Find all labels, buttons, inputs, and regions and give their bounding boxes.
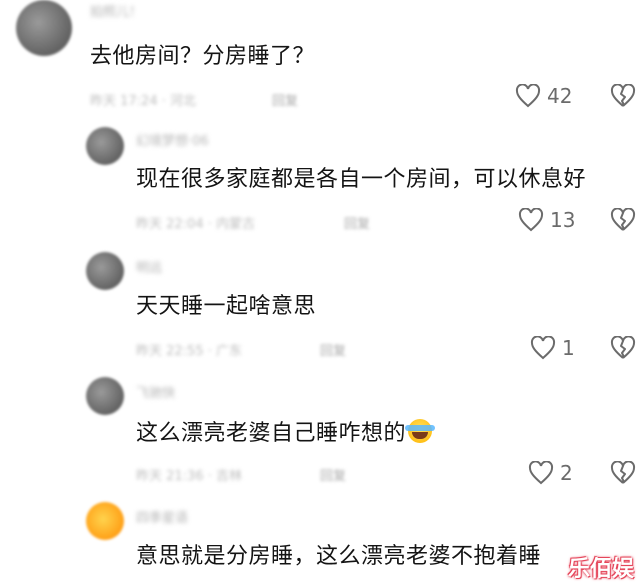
comment-text-body: 这么漂亮老婆自己睡咋想的 bbox=[136, 421, 407, 446]
comment-text: 天天睡一起啥意思 bbox=[136, 294, 317, 319]
avatar[interactable] bbox=[16, 0, 72, 56]
like-button[interactable]: 13 bbox=[518, 208, 575, 232]
like-count: 1 bbox=[562, 336, 575, 360]
heart-outline-icon bbox=[530, 336, 556, 360]
heart-outline-icon bbox=[518, 208, 544, 232]
reply-button[interactable]: 回复 bbox=[344, 213, 370, 232]
dislike-button[interactable] bbox=[610, 336, 636, 360]
like-button[interactable]: 2 bbox=[528, 461, 573, 485]
comment-username[interactable]: 四季星语 bbox=[136, 512, 188, 526]
comment-username[interactable]: 飞驰快 bbox=[136, 387, 175, 401]
comment-text: 现在很多家庭都是各自一个房间，可以休息好 bbox=[136, 167, 587, 192]
like-button[interactable]: 1 bbox=[530, 336, 575, 360]
comment-text: 这么漂亮老婆自己睡咋想的 bbox=[136, 419, 436, 449]
reply-button[interactable]: 回复 bbox=[320, 465, 346, 484]
broken-heart-outline-icon bbox=[610, 84, 636, 107]
comment-item: 明远 天天睡一起啥意思 昨天 22:55 · 广东 回复 1 bbox=[0, 250, 640, 370]
comment-item: 拍照儿！ 去他房间？分房睡了？ 昨天 17:24 · 河北 回复 42 bbox=[0, 0, 640, 120]
comment-item: 飞驰快 这么漂亮老婆自己睡咋想的 昨天 21:36 · 吉林 回复 2 bbox=[0, 375, 640, 495]
heart-outline-icon bbox=[528, 461, 554, 485]
dislike-button[interactable] bbox=[610, 84, 636, 108]
broken-heart-outline-icon bbox=[610, 208, 636, 231]
comment-item: 幻境梦想·06 现在很多家庭都是各自一个房间，可以休息好 昨天 22:04 · … bbox=[0, 125, 640, 245]
comment-text: 去他房间？分房睡了？ bbox=[90, 44, 316, 69]
comment-username[interactable]: 幻境梦想·06 bbox=[136, 135, 209, 149]
laughing-crying-emoji-icon bbox=[405, 419, 436, 443]
comment-username[interactable]: 明远 bbox=[136, 262, 162, 276]
comment-meta: 昨天 17:24 · 河北 bbox=[90, 94, 196, 109]
reply-button[interactable]: 回复 bbox=[272, 90, 298, 109]
like-count: 42 bbox=[547, 84, 573, 108]
broken-heart-outline-icon bbox=[610, 336, 636, 359]
dislike-button[interactable] bbox=[610, 461, 636, 485]
watermark: 乐佰娱 bbox=[567, 557, 634, 582]
reply-button[interactable]: 回复 bbox=[320, 340, 346, 359]
comment-text: 意思就是分房睡，这么漂亮老婆不抱着睡 bbox=[136, 544, 542, 569]
like-count: 13 bbox=[550, 208, 576, 232]
like-count: 2 bbox=[560, 461, 573, 485]
comment-meta: 昨天 22:04 · 内蒙古 bbox=[136, 217, 255, 232]
comment-username[interactable]: 拍照儿！ bbox=[90, 6, 142, 20]
heart-outline-icon bbox=[515, 84, 541, 108]
dislike-button[interactable] bbox=[610, 208, 636, 232]
avatar[interactable] bbox=[86, 377, 124, 415]
avatar[interactable] bbox=[86, 252, 124, 290]
avatar[interactable] bbox=[86, 502, 124, 540]
avatar[interactable] bbox=[86, 127, 124, 165]
comment-item: 四季星语 意思就是分房睡，这么漂亮老婆不抱着睡 bbox=[0, 500, 640, 587]
comment-meta: 昨天 21:36 · 吉林 bbox=[136, 469, 242, 484]
broken-heart-outline-icon bbox=[610, 461, 636, 484]
comment-meta: 昨天 22:55 · 广东 bbox=[136, 344, 242, 359]
like-button[interactable]: 42 bbox=[515, 84, 572, 108]
